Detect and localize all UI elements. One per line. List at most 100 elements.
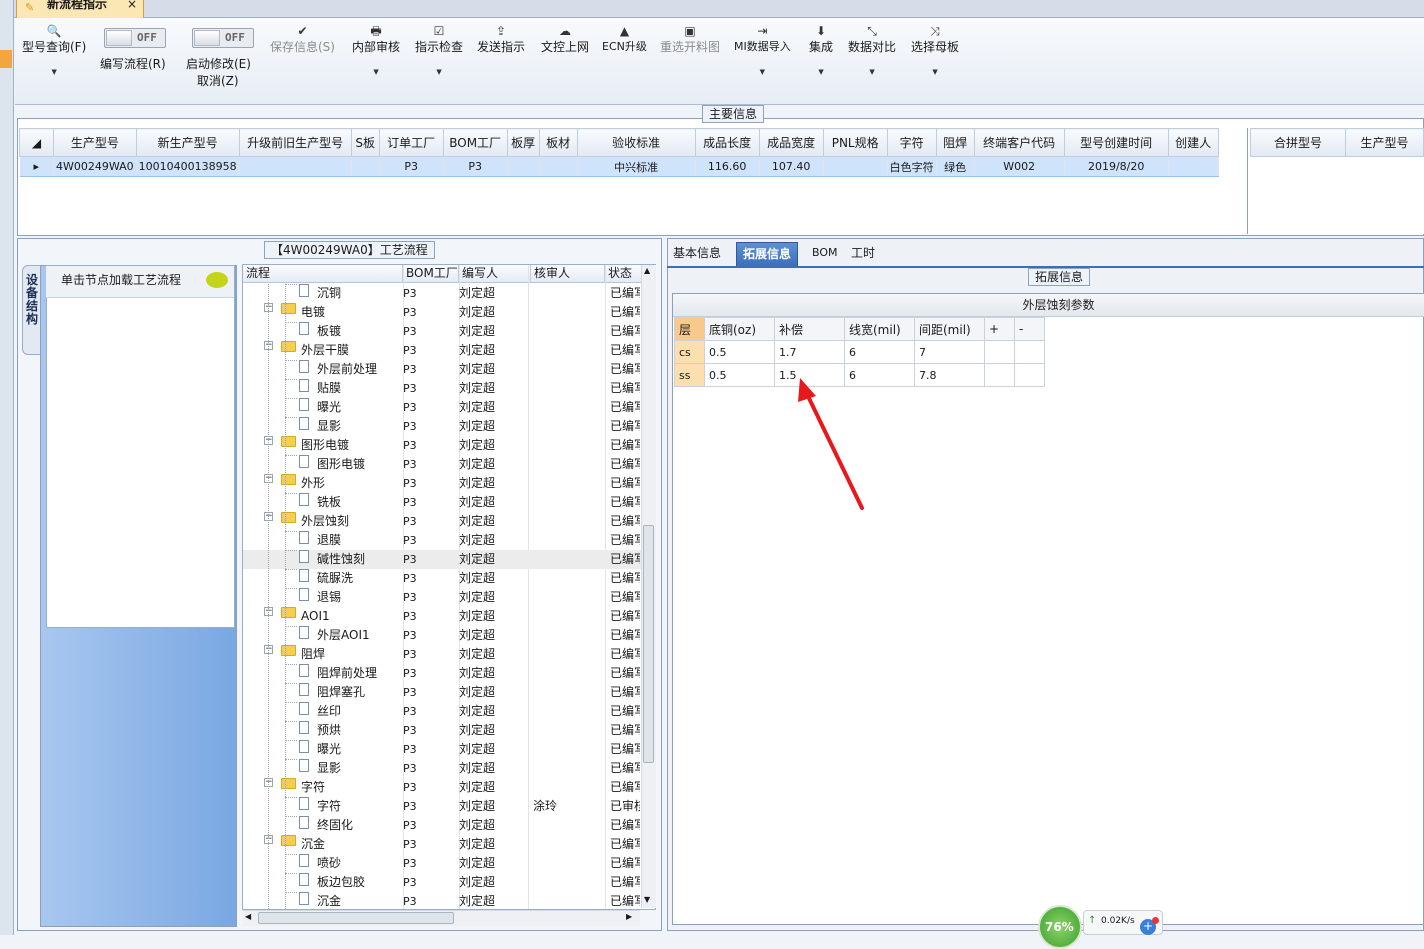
- main-col-header[interactable]: 验收标准: [576, 128, 696, 157]
- tree-row[interactable]: 图形电镀 P3 刘定超 已编写: [243, 455, 641, 474]
- close-icon[interactable]: ×: [127, 0, 137, 11]
- etch-cell[interactable]: [1014, 363, 1045, 387]
- integrate-button[interactable]: ⬇ 集成 ▼: [809, 23, 833, 77]
- main-cell[interactable]: P3: [379, 156, 444, 177]
- col-header-flow[interactable]: 流程: [243, 265, 403, 283]
- main-col-header[interactable]: 成品宽度: [758, 128, 824, 157]
- etch-cell[interactable]: [1014, 340, 1045, 364]
- tree-row[interactable]: −沉金P3刘定超已编写: [243, 835, 641, 854]
- main-col-header[interactable]: 订单工厂: [378, 128, 444, 157]
- tree-row[interactable]: 预烘 P3 刘定超 已编写: [243, 721, 641, 740]
- main-col-header[interactable]: 板厚: [506, 128, 540, 157]
- tree-row[interactable]: −阻焊P3刘定超已编写: [243, 645, 641, 664]
- chevron-down-icon[interactable]: ▼: [911, 67, 959, 77]
- tree-row[interactable]: 退锡 P3 刘定超 已编写: [243, 588, 641, 607]
- etch-cell[interactable]: 7: [914, 340, 985, 364]
- etch-cell[interactable]: 0.5: [704, 340, 775, 364]
- tab-bom[interactable]: BOM: [806, 242, 844, 266]
- main-col-header[interactable]: 新生产型号: [135, 128, 240, 157]
- etch-col-header[interactable]: -: [1014, 317, 1045, 341]
- col-header-writer[interactable]: 编写人: [459, 265, 531, 283]
- internal-review-button[interactable]: 🖶 内部审核 ▼: [352, 23, 400, 77]
- tab-work-hours[interactable]: 工时: [845, 242, 881, 266]
- query-button[interactable]: 🔍 型号查询(F) ▼: [22, 23, 86, 77]
- main-cell[interactable]: [1168, 156, 1219, 177]
- tree-row[interactable]: 外层AOI1 P3 刘定超 已编写: [243, 626, 641, 645]
- instruction-check-button[interactable]: ☑ 指示检查 ▼: [415, 23, 463, 77]
- data-compare-button[interactable]: ⤡ 数据对比 ▼: [848, 23, 896, 77]
- main-cell[interactable]: [351, 156, 380, 177]
- tree-row[interactable]: 硫脲洗 P3 刘定超 已编写: [243, 569, 641, 588]
- tree-row[interactable]: −外层蚀刻P3刘定超已编写: [243, 512, 641, 531]
- select-master-button[interactable]: ⤨ 选择母板 ▼: [911, 23, 959, 77]
- tree-row[interactable]: −图形电镀P3刘定超已编写: [243, 436, 641, 455]
- main-cell[interactable]: [539, 156, 578, 177]
- tree-row[interactable]: 丝印 P3 刘定超 已编写: [243, 702, 641, 721]
- chevron-down-icon[interactable]: ▼: [415, 67, 463, 77]
- etch-row[interactable]: cs 0.5 1.7 6 7: [674, 340, 1045, 364]
- network-speed-widget[interactable]: ↑ 0.02K/s +: [1083, 910, 1163, 935]
- col-header-bom[interactable]: BOM工厂: [403, 265, 459, 283]
- send-instruction-button[interactable]: ⇪ 发送指示: [477, 23, 525, 55]
- tree-row[interactable]: 显影 P3 刘定超 已编写: [243, 417, 641, 436]
- tree-row[interactable]: 阻焊塞孔 P3 刘定超 已编写: [243, 683, 641, 702]
- edit-flow-toggle[interactable]: OFF: [104, 28, 166, 48]
- tree-row[interactable]: 沉铜 P3 刘定超 已编写: [243, 284, 641, 303]
- main-cell[interactable]: [823, 156, 888, 177]
- tab-extended-info[interactable]: 拓展信息: [736, 242, 799, 266]
- etch-cell[interactable]: 1.7: [774, 340, 845, 364]
- etch-cell[interactable]: [984, 363, 1015, 387]
- tree-row[interactable]: 终固化 P3 刘定超 已编写: [243, 816, 641, 835]
- etch-cell[interactable]: 6: [844, 340, 915, 364]
- main-cell[interactable]: [239, 156, 352, 177]
- col-header-status[interactable]: 状态: [605, 265, 642, 283]
- main-cell[interactable]: 10010400138958: [136, 156, 240, 177]
- tree-row[interactable]: 喷砂 P3 刘定超 已编写: [243, 854, 641, 873]
- node-hint[interactable]: 单击节点加载工艺流程: [46, 266, 234, 298]
- doc-tab-new-flow[interactable]: ✎ 新流程指示 ×: [16, 0, 144, 19]
- main-cell[interactable]: [507, 156, 540, 177]
- auto-modify-toggle[interactable]: OFF: [192, 28, 254, 48]
- chat-icon[interactable]: [206, 272, 228, 288]
- reselect-chart-button[interactable]: ▣ 重选开料图: [660, 23, 720, 55]
- main-cell[interactable]: 2019/8/20: [1064, 156, 1169, 177]
- etch-col-header[interactable]: 补偿: [774, 317, 845, 341]
- main-cell[interactable]: P3: [443, 156, 508, 177]
- etch-col-header[interactable]: +: [984, 317, 1015, 341]
- chevron-down-icon[interactable]: ▼: [22, 67, 86, 77]
- main-col-header[interactable]: 阻焊: [935, 128, 975, 157]
- tree-row[interactable]: 沉金 P3 刘定超 已编写: [243, 892, 641, 909]
- etch-col-header[interactable]: 层: [674, 317, 705, 341]
- tree-row[interactable]: −外层干膜P3刘定超已编写: [243, 341, 641, 360]
- main-col-header[interactable]: 字符: [886, 128, 937, 157]
- etch-cell[interactable]: 0.5: [704, 363, 775, 387]
- scroll-down-icon[interactable]: ▼: [644, 895, 650, 904]
- etch-cell[interactable]: ss: [674, 363, 705, 387]
- main-cell[interactable]: 绿色: [936, 156, 975, 177]
- etch-col-header[interactable]: 线宽(mil): [844, 317, 915, 341]
- tree-row[interactable]: −字符P3刘定超已编写: [243, 778, 641, 797]
- chevron-down-icon[interactable]: ▼: [734, 67, 791, 77]
- tree-row[interactable]: 板镀 P3 刘定超 已编写: [243, 322, 641, 341]
- etch-cell[interactable]: cs: [674, 340, 705, 364]
- main-cell[interactable]: W002: [974, 156, 1065, 177]
- main-cell[interactable]: 107.40: [759, 156, 824, 177]
- main-cell[interactable]: 白色字符: [887, 156, 937, 177]
- tree-row[interactable]: 碱性蚀刻 P3 刘定超 已编写: [243, 550, 641, 569]
- mi-import-button[interactable]: ⇥ MI数据导入 ▼: [734, 23, 791, 77]
- tree-row[interactable]: 退膜 P3 刘定超 已编写: [243, 531, 641, 550]
- tree-row[interactable]: 字符 P3 刘定超 涂玲 已审核: [243, 797, 641, 816]
- tree-row[interactable]: −电镀P3刘定超已编写: [243, 303, 641, 322]
- doc-online-button[interactable]: ☁ 文控上网: [541, 23, 589, 55]
- tree-row[interactable]: 外层前处理 P3 刘定超 已编写: [243, 360, 641, 379]
- merge-col-header[interactable]: 生产型号: [1344, 128, 1424, 157]
- etch-cell[interactable]: 7.8: [914, 363, 985, 387]
- scroll-thumb[interactable]: [643, 525, 654, 763]
- chevron-down-icon[interactable]: ▼: [809, 67, 833, 77]
- main-col-header[interactable]: BOM工厂: [442, 128, 508, 157]
- col-header-reviewer[interactable]: 核审人: [531, 265, 605, 283]
- main-col-header[interactable]: 终端客户代码: [973, 128, 1065, 157]
- cancel-label[interactable]: 取消(Z): [197, 72, 239, 89]
- tree-row[interactable]: 贴膜 P3 刘定超 已编写: [243, 379, 641, 398]
- tree-row[interactable]: −外形P3刘定超已编写: [243, 474, 641, 493]
